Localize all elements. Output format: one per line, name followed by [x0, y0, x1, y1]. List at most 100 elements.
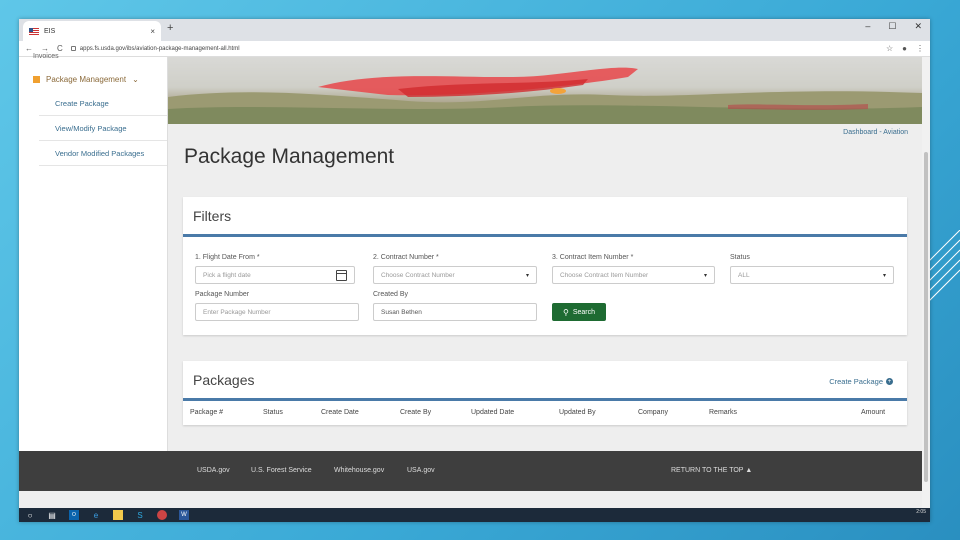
sidebar-item-label: Vendor Modified Packages	[55, 149, 145, 158]
flight-date-placeholder: Pick a flight date	[203, 271, 251, 279]
column-header[interactable]: Create By	[400, 409, 431, 416]
sidebar-item-label: Create Package	[55, 99, 109, 108]
address-bar: ← → C apps.fs.usda.gov/ibs/aviation-pack…	[19, 41, 930, 57]
package-number-input[interactable]: Enter Package Number	[195, 303, 359, 321]
tab-title: EIS	[44, 27, 56, 35]
status-select[interactable]: ALL ▾	[730, 266, 894, 284]
return-to-top-link[interactable]: RETURN TO THE TOP ▲	[671, 467, 752, 474]
reload-icon[interactable]: C	[57, 44, 63, 53]
sidebar-item-create-package[interactable]: Create Package	[39, 92, 167, 116]
contract-item-select[interactable]: Choose Contract Item Number ▾	[552, 266, 715, 284]
url-field[interactable]: apps.fs.usda.gov/ibs/aviation-package-ma…	[70, 45, 878, 52]
column-header[interactable]: Remarks	[709, 409, 737, 416]
word-icon[interactable]: W	[179, 510, 189, 520]
us-flag-icon	[29, 27, 39, 35]
url-text: apps.fs.usda.gov/ibs/aviation-package-ma…	[79, 45, 240, 52]
maximize-icon[interactable]: ☐	[888, 21, 896, 32]
column-header[interactable]: Package #	[190, 409, 223, 416]
column-header[interactable]: Updated Date	[471, 409, 514, 416]
tab-bar: EIS × + – ☐ ✕	[19, 19, 930, 41]
packages-header: Packages Create Package +	[183, 361, 907, 401]
packages-title: Packages	[193, 371, 255, 388]
star-icon[interactable]: ☆	[886, 44, 893, 53]
footer-link-forest-service[interactable]: U.S. Forest Service	[251, 467, 312, 474]
package-number-label: Package Number	[195, 291, 250, 298]
contract-number-label: 2. Contract Number *	[373, 254, 439, 261]
search-button-label: Search	[572, 308, 596, 316]
filters-panel: Filters 1. Flight Date From * Pick a fli…	[183, 197, 907, 335]
start-icon[interactable]: ○	[25, 510, 35, 520]
scrollbar[interactable]	[922, 57, 930, 522]
status-value: ALL	[738, 271, 750, 279]
task-view-icon[interactable]: ▤	[47, 510, 57, 520]
return-to-top-label: RETURN TO THE TOP	[671, 467, 744, 474]
created-by-value: Susan Bethen	[381, 308, 422, 316]
page-viewport: Invoices Package Management ⌄ Create Pac…	[19, 53, 922, 522]
chevron-down-icon: ▾	[703, 272, 707, 279]
contract-number-placeholder: Choose Contract Number	[381, 271, 455, 279]
footer-link-usa[interactable]: USA.gov	[407, 467, 435, 474]
page-title: Package Management	[184, 145, 395, 168]
profile-icon[interactable]: ●	[902, 44, 907, 53]
column-header[interactable]: Status	[263, 409, 283, 416]
column-header[interactable]: Amount	[861, 409, 885, 416]
arrow-up-circle-icon: ▲	[745, 467, 753, 474]
sidebar-group-label: Package Management	[46, 75, 127, 84]
contract-item-placeholder: Choose Contract Item Number	[560, 271, 649, 279]
create-package-link[interactable]: Create Package +	[829, 377, 893, 386]
new-tab-icon[interactable]: +	[167, 22, 173, 34]
create-package-label: Create Package	[829, 377, 883, 386]
status-label: Status	[730, 254, 750, 261]
browser-tab[interactable]: EIS ×	[23, 21, 161, 41]
column-header[interactable]: Create Date	[321, 409, 359, 416]
menu-icon[interactable]: ⋮	[916, 44, 924, 53]
skype-icon[interactable]: S	[135, 510, 145, 520]
back-icon[interactable]: ←	[25, 44, 33, 53]
taskbar-clock: 2:05	[916, 509, 926, 515]
chrome-icon[interactable]	[157, 510, 167, 520]
contract-number-select[interactable]: Choose Contract Number ▾	[373, 266, 537, 284]
package-number-placeholder: Enter Package Number	[203, 308, 271, 316]
packages-panel: Packages Create Package + Package # Stat…	[183, 361, 907, 425]
hero-banner-image	[168, 57, 922, 124]
contract-item-label: 3. Contract Item Number *	[552, 254, 634, 261]
sidebar: Invoices Package Management ⌄ Create Pac…	[19, 53, 168, 451]
tab-close-icon[interactable]: ×	[150, 27, 155, 36]
sidebar-item-view-modify-package[interactable]: View/Modify Package	[39, 117, 167, 141]
footer-link-whitehouse[interactable]: Whitehouse.gov	[334, 467, 384, 474]
package-icon	[33, 76, 40, 83]
wildfire-landscape-image	[168, 67, 922, 124]
forward-icon[interactable]: →	[41, 44, 49, 53]
footer-link-usda[interactable]: USDA.gov	[197, 467, 230, 474]
created-by-input[interactable]: Susan Bethen	[373, 303, 537, 321]
flight-date-input[interactable]: Pick a flight date	[195, 266, 355, 284]
calendar-icon[interactable]	[336, 269, 347, 281]
window-close-icon[interactable]: ✕	[914, 21, 922, 32]
file-explorer-icon[interactable]	[113, 510, 123, 520]
sidebar-item-vendor-modified-packages[interactable]: Vendor Modified Packages	[39, 142, 167, 166]
created-by-label: Created By	[373, 291, 409, 298]
outlook-icon[interactable]: O	[69, 510, 79, 520]
plus-circle-icon: +	[886, 378, 893, 385]
sidebar-group-package-management[interactable]: Package Management ⌄	[33, 75, 139, 84]
chevron-down-icon: ⌄	[132, 75, 139, 84]
breadcrumb[interactable]: Dashboard - Aviation	[843, 129, 908, 136]
page-footer: USDA.gov U.S. Forest Service Whitehouse.…	[19, 451, 922, 491]
column-header[interactable]: Company	[638, 409, 668, 416]
sidebar-item-invoices[interactable]: Invoices	[33, 53, 59, 60]
edge-icon[interactable]: e	[91, 510, 101, 520]
sidebar-item-label: View/Modify Package	[55, 124, 127, 133]
flight-date-label: 1. Flight Date From *	[195, 254, 260, 261]
window-controls: – ☐ ✕	[865, 21, 922, 32]
search-icon: ⚲	[562, 307, 569, 317]
browser-window: EIS × + – ☐ ✕ ← → C apps.fs.usda.gov/ibs…	[19, 19, 930, 522]
lock-icon	[70, 46, 76, 51]
taskbar: ○ ▤ O e S W 2:05	[19, 508, 930, 522]
filters-title: Filters	[183, 197, 907, 237]
minimize-icon[interactable]: –	[865, 21, 870, 32]
chevron-down-icon: ▾	[525, 272, 529, 279]
chevron-down-icon: ▾	[882, 272, 886, 279]
column-header[interactable]: Updated By	[559, 409, 596, 416]
scrollbar-thumb[interactable]	[924, 152, 928, 482]
search-button[interactable]: ⚲ Search	[552, 303, 606, 321]
